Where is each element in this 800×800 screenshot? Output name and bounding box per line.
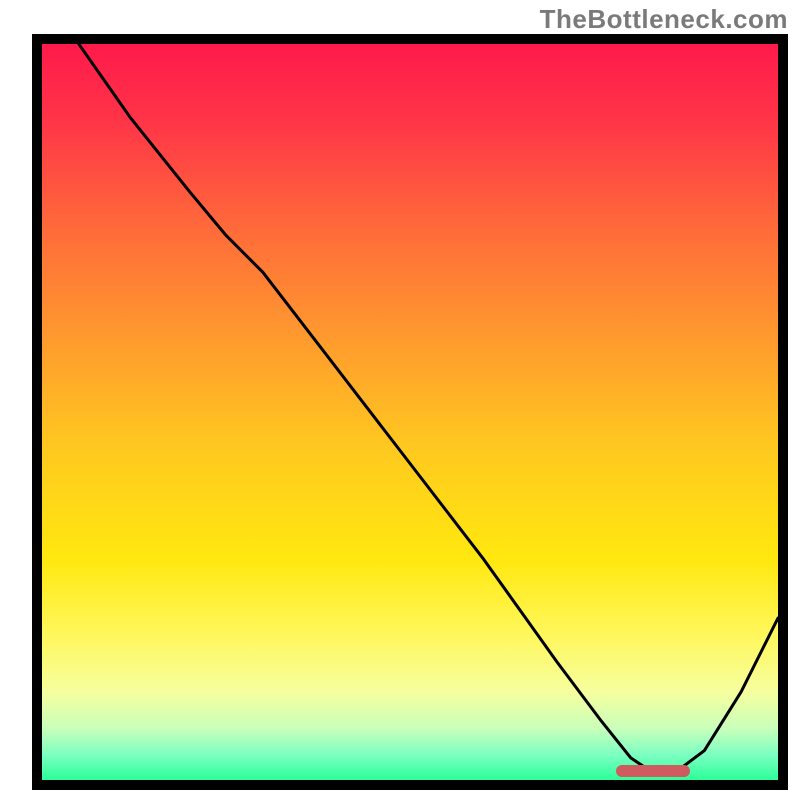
plot-frame — [32, 34, 788, 790]
gradient-rect — [42, 44, 778, 780]
watermark-text: TheBottleneck.com — [540, 4, 788, 35]
chart-stage: TheBottleneck.com — [0, 0, 800, 800]
optimal-range-marker — [616, 765, 690, 777]
plot-background — [42, 44, 778, 780]
